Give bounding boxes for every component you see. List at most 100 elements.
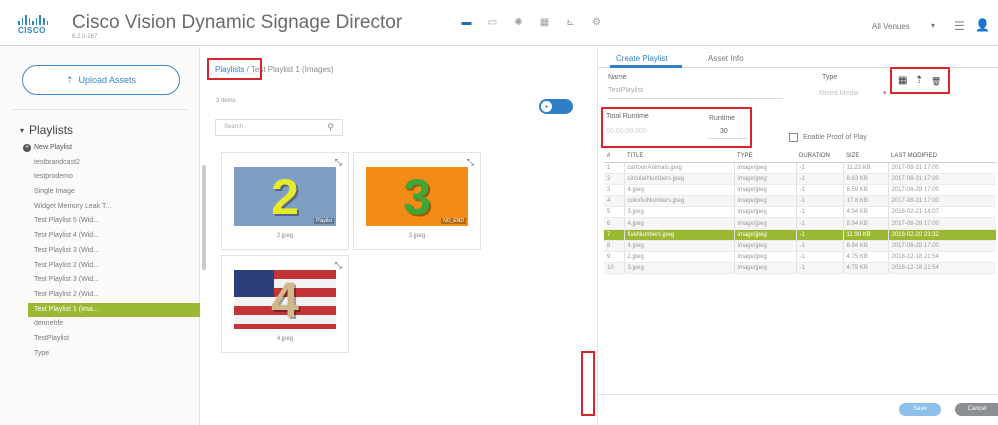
cell-duration: -1 bbox=[795, 262, 843, 275]
cell-index: 9 bbox=[604, 251, 624, 264]
cell-size: 4.75 KB bbox=[842, 262, 888, 275]
new-playlist-item[interactable]: + New Playlist bbox=[0, 141, 200, 156]
asset-tile[interactable]: 3 NO_END ⤡ 3.jpeg bbox=[353, 152, 481, 250]
name-field-underline bbox=[608, 98, 783, 99]
folder-icon[interactable]: ▬ bbox=[460, 17, 473, 28]
expand-icon[interactable]: ⤡ bbox=[335, 260, 342, 271]
asset-thumbnail: 2 Playlist bbox=[234, 167, 336, 226]
sidebar-playlist-item[interactable]: Test Playlist 2 (Wid... bbox=[0, 259, 200, 274]
column-header-type[interactable]: TYPE bbox=[734, 150, 796, 163]
table-row[interactable]: 5 3.jpeg image/jpeg -1 4.94 KB 2018-02-21 14:… bbox=[604, 206, 996, 219]
highlight-box-runtime bbox=[601, 107, 752, 148]
asset-tile[interactable]: 2 Playlist ⤡ 2.jpeg bbox=[221, 152, 349, 250]
cell-title: 4.jpeg bbox=[623, 217, 734, 230]
active-tab-indicator bbox=[610, 65, 682, 68]
tab-asset-info[interactable]: Asset Info bbox=[708, 54, 744, 63]
cell-index: 5 bbox=[604, 206, 624, 219]
cell-last-modified: 2017-08-28 17:00 bbox=[887, 184, 996, 197]
view-toggle[interactable]: ▪ bbox=[539, 99, 573, 114]
asset-tile[interactable]: 4 ⤡ 4.jpeg bbox=[221, 255, 349, 353]
cell-index: 7 bbox=[604, 229, 624, 241]
chevron-down-icon[interactable]: ▾ bbox=[883, 89, 887, 97]
sidebar-scrollbar[interactable] bbox=[202, 165, 206, 270]
cell-type: image/jpeg bbox=[733, 251, 796, 264]
cell-index: 3 bbox=[604, 184, 624, 197]
sidebar-playlist-item[interactable]: Test Playlist 2 (Wid... bbox=[0, 288, 200, 303]
sidebar-playlist-item[interactable]: Type bbox=[0, 347, 200, 362]
column-header-duration[interactable]: DURATION bbox=[796, 150, 843, 163]
save-button[interactable]: Save bbox=[899, 403, 941, 416]
sidebar-playlist-item[interactable]: Test Playlist 3 (Wid... bbox=[0, 273, 200, 288]
expand-icon[interactable]: ⤡ bbox=[467, 157, 474, 168]
type-select[interactable]: Mixed Media bbox=[819, 90, 859, 97]
playlist-table: # TITLE TYPE DURATION SIZE LAST MODIFIED… bbox=[604, 150, 996, 275]
chart-icon[interactable]: ⊾ bbox=[564, 17, 577, 28]
table-row[interactable]: 4 colorfulNumbers.jpeg image/jpeg -1 17.8 KB… bbox=[604, 195, 996, 208]
cell-type: image/jpeg bbox=[733, 162, 796, 174]
display-icon[interactable]: ▭ bbox=[486, 17, 499, 28]
table-row[interactable]: 8 4.jpeg image/jpeg -1 8.94 KB 2017-08-28 17:… bbox=[604, 240, 996, 253]
cell-type: image/jpeg bbox=[733, 173, 796, 185]
cell-index: 1 bbox=[604, 162, 624, 174]
table-row[interactable]: 1 cartoonAnimals.jpeg image/jpeg -1 11.23 KB… bbox=[604, 162, 996, 174]
sidebar-playlist-item[interactable]: testbrandcast2 bbox=[0, 156, 200, 171]
gear-icon[interactable]: ✺ bbox=[512, 17, 525, 28]
sidebar-playlist-item[interactable]: dennehfe bbox=[0, 317, 200, 332]
sidebar-playlist-item[interactable]: Test Playlist 1 (Ima... bbox=[28, 302, 200, 318]
user-icon[interactable]: 👤 bbox=[975, 18, 990, 32]
table-row[interactable]: 6 4.jpeg image/jpeg -1 8.94 KB 2017-08-28 17:… bbox=[604, 217, 996, 230]
sidebar-playlist-item[interactable]: Test Playlist 3 (Wid... bbox=[0, 244, 200, 259]
table-row[interactable]: 10 3.jpeg image/jpeg -1 4.75 KB 2018-12-18 21… bbox=[604, 262, 996, 275]
grid-icon[interactable]: ▦ bbox=[538, 17, 551, 28]
cell-duration: -1 bbox=[795, 206, 843, 219]
name-field[interactable]: TestPlaylist bbox=[608, 87, 643, 94]
sidebar-playlist-item[interactable]: Widget Memory Leak T... bbox=[0, 200, 200, 215]
tab-create-playlist[interactable]: Create Playlist bbox=[616, 54, 668, 63]
upload-assets-button[interactable]: ⇡ Upload Assets bbox=[22, 65, 180, 95]
sidebar-playlist-item[interactable]: testprodemo bbox=[0, 170, 200, 185]
table-row[interactable]: 3 4.jpeg image/jpeg -1 8.59 KB 2017-08-28 17:… bbox=[604, 184, 996, 197]
table-row[interactable]: 7 fiveNumbers.jpeg image/jpeg -1 11.98 KB 201… bbox=[604, 229, 996, 241]
sidebar-playlist-item[interactable]: Single Image bbox=[0, 185, 200, 200]
cisco-logo-bars-icon bbox=[18, 15, 49, 25]
caret-down-icon: ▾ bbox=[20, 125, 25, 135]
cell-size: 4.75 KB bbox=[842, 251, 888, 264]
cell-size: 11.23 KB bbox=[842, 162, 888, 174]
cisco-logo[interactable]: CISCO bbox=[18, 15, 49, 37]
cell-duration: -1 bbox=[795, 240, 843, 253]
cell-index: 6 bbox=[604, 217, 624, 230]
table-row[interactable]: 2 circularNumbers.jpeg image/jpeg -1 8.63 KB… bbox=[604, 173, 996, 185]
cell-type: image/jpeg bbox=[733, 240, 796, 253]
column-header-title[interactable]: TITLE bbox=[624, 150, 734, 163]
playlists-header[interactable]: ▾ Playlists bbox=[20, 123, 73, 137]
column-header-last-modified[interactable]: LAST MODIFIED bbox=[888, 150, 996, 163]
asset-caption: 3.jpeg bbox=[408, 233, 426, 239]
cell-type: image/jpeg bbox=[733, 262, 796, 275]
asset-thumbnail: 3 NO_END bbox=[366, 167, 468, 226]
new-playlist-label: New Playlist bbox=[34, 144, 73, 151]
thumbnail-watermark: Playlist bbox=[314, 218, 334, 224]
expand-icon[interactable]: ⤡ bbox=[335, 157, 342, 168]
enable-proof-of-play-checkbox[interactable] bbox=[789, 133, 798, 142]
venue-selector[interactable]: All Venues bbox=[872, 22, 910, 31]
name-label: Name bbox=[608, 74, 627, 81]
sidebar-playlist-item[interactable]: Test Playlist 5 (Wid... bbox=[0, 214, 200, 229]
sidebar-playlist-item[interactable]: Test Playlist 4 (Wid... bbox=[0, 229, 200, 244]
cancel-button[interactable]: Cancel bbox=[955, 403, 998, 416]
cell-index: 10 bbox=[604, 262, 624, 275]
sidebar: ⇡ Upload Assets ▾ Playlists + New Playlis… bbox=[0, 47, 200, 425]
column-header-size[interactable]: SIZE bbox=[843, 150, 888, 163]
toggle-knob-icon: ▪ bbox=[541, 101, 552, 112]
search-icon: ⚲ bbox=[327, 122, 334, 132]
table-row[interactable]: 9 2.jpeg image/jpeg -1 4.75 KB 2018-12-18 21:… bbox=[604, 251, 996, 264]
cell-last-modified: 2017-08-31 17:00 bbox=[887, 173, 996, 185]
chevron-down-icon[interactable]: ▾ bbox=[931, 21, 935, 30]
cell-type: image/jpeg bbox=[733, 217, 796, 230]
cell-duration: -1 bbox=[795, 173, 843, 185]
column-header-index[interactable]: # bbox=[604, 150, 624, 163]
settings-icon[interactable]: ⚙ bbox=[590, 17, 603, 28]
asset-search-input[interactable]: Search ⚲ bbox=[215, 119, 343, 136]
menu-icon[interactable]: ☰ bbox=[954, 19, 965, 33]
cell-index: 4 bbox=[604, 195, 624, 208]
sidebar-playlist-item[interactable]: TestPlaylist bbox=[0, 332, 200, 347]
